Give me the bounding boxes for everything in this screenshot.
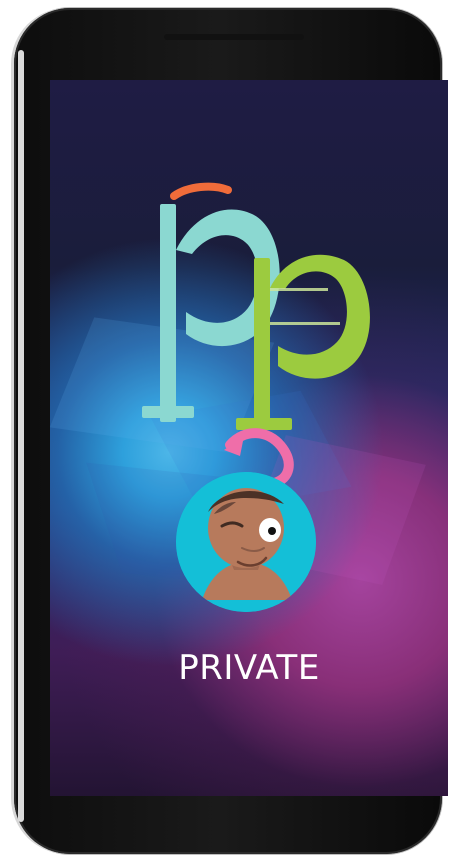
phone-speaker — [164, 34, 304, 40]
phone-edge-highlight — [18, 50, 24, 822]
avatar-icon — [176, 472, 316, 612]
phone-frame: PRIVATE — [14, 8, 448, 854]
pp-logo — [142, 182, 370, 488]
app-screen: PRIVATE — [50, 80, 448, 796]
private-label: PRIVATE — [178, 648, 320, 688]
